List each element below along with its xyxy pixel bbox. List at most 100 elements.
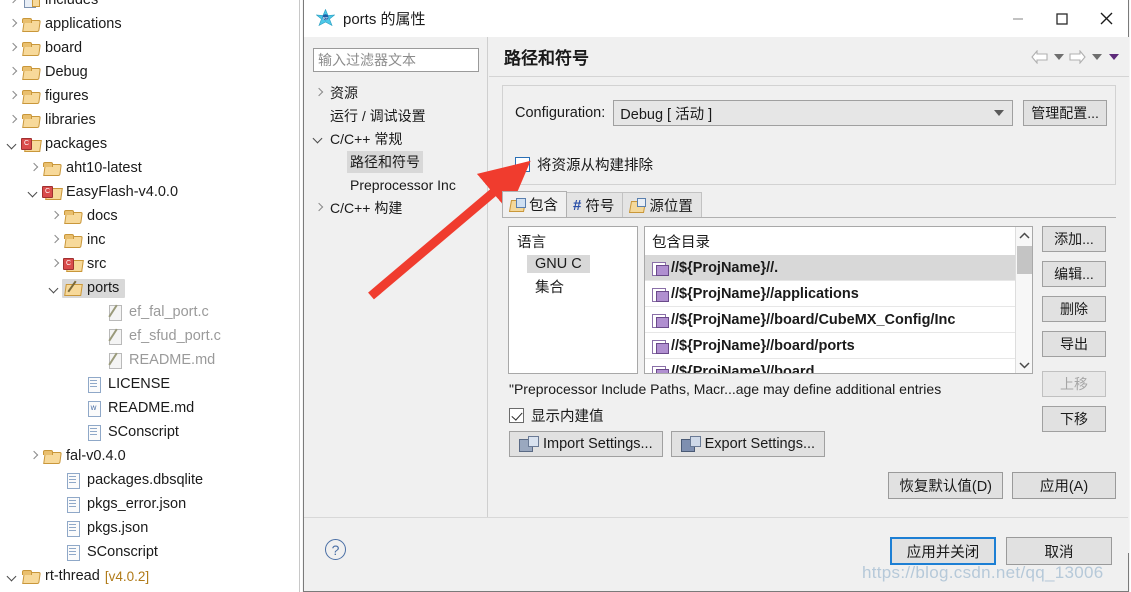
- exclude-from-build-row[interactable]: 将资源从构建排除: [515, 154, 653, 175]
- include-action-button-0[interactable]: 添加...: [1042, 226, 1106, 252]
- back-menu-chevron-down-icon[interactable]: [1051, 47, 1066, 67]
- include-action-button-5[interactable]: 下移: [1042, 406, 1106, 432]
- chevron-down-icon[interactable]: [6, 138, 19, 151]
- include-action-button-3[interactable]: 导出: [1042, 331, 1106, 357]
- nav-item-label: C/C++ 常规: [330, 130, 403, 147]
- explorer-item-ef-sfud-port-c[interactable]: ef_sfud_port.c: [0, 324, 299, 348]
- language-row[interactable]: GNU C: [509, 254, 637, 274]
- include-scroll-thumb[interactable]: [1017, 246, 1032, 274]
- explorer-item-content: ports: [62, 278, 126, 298]
- nav-item-5[interactable]: C/C++ 构建: [309, 196, 487, 219]
- explorer-item-libraries[interactable]: libraries: [0, 108, 299, 132]
- export-settings-button[interactable]: Export Settings...: [670, 431, 826, 457]
- chevron-right-icon[interactable]: [6, 42, 19, 55]
- include-directories-list[interactable]: 包含目录 //${ProjName}//. //${ProjName}//appl…: [644, 226, 1033, 374]
- include-path-row[interactable]: //${ProjName}//.: [645, 255, 1032, 281]
- explorer-item-components[interactable]: components: [0, 588, 299, 592]
- explorer-item-easyflash-v4-0-0[interactable]: EasyFlash-v4.0.0: [0, 180, 299, 204]
- include-list-vertical-scrollbar[interactable]: [1015, 227, 1032, 373]
- chevron-right-icon[interactable]: [27, 162, 40, 175]
- explorer-item-sconscript[interactable]: SConscript: [0, 540, 299, 564]
- scroll-down-arrow-icon[interactable]: [1016, 356, 1032, 373]
- back-arrow-icon[interactable]: [1030, 47, 1049, 67]
- explorer-item-debug[interactable]: Debug: [0, 60, 299, 84]
- chevron-down-icon[interactable]: [48, 282, 61, 295]
- include-action-button-1[interactable]: 编辑...: [1042, 261, 1106, 287]
- explorer-item-readme-md[interactable]: README.md: [0, 396, 299, 420]
- apply-and-close-button[interactable]: 应用并关闭: [890, 537, 996, 565]
- exclude-from-build-checkbox[interactable]: [515, 157, 530, 172]
- explorer-item-applications[interactable]: applications: [0, 12, 299, 36]
- restore-defaults-button[interactable]: 恢复默认值(D): [888, 471, 1003, 499]
- chevron-down-icon[interactable]: [6, 570, 19, 583]
- maximize-icon[interactable]: [1040, 0, 1084, 37]
- include-action-button-2[interactable]: 删除: [1042, 296, 1106, 322]
- nav-item-1[interactable]: 运行 / 调试设置: [309, 104, 487, 127]
- chevron-right-icon[interactable]: [6, 66, 19, 79]
- chevron-right-icon[interactable]: [6, 90, 19, 103]
- explorer-item-license[interactable]: LICENSE: [0, 372, 299, 396]
- chevron-down-icon[interactable]: [27, 186, 40, 199]
- chevron-right-icon[interactable]: [6, 18, 19, 31]
- chevron-right-icon[interactable]: [48, 210, 61, 223]
- scroll-up-arrow-icon[interactable]: [1016, 227, 1032, 244]
- chevron-down-icon[interactable]: [311, 132, 327, 146]
- view-menu-chevron-down-icon[interactable]: [1106, 47, 1121, 67]
- explorer-item-readme-md[interactable]: README.md: [0, 348, 299, 372]
- tab-0[interactable]: 包含: [502, 191, 567, 217]
- cancel-button[interactable]: 取消: [1006, 537, 1112, 565]
- nav-item-4[interactable]: Preprocessor Inc: [309, 173, 487, 196]
- nav-item-2[interactable]: C/C++ 常规: [309, 127, 487, 150]
- explorer-item-pkgs-error-json[interactable]: pkgs_error.json: [0, 492, 299, 516]
- explorer-item-fal-v0-4-0[interactable]: fal-v0.4.0: [0, 444, 299, 468]
- configuration-select[interactable]: Debug [ 活动 ]: [613, 100, 1014, 126]
- include-path-row[interactable]: //${ProjName}//applications: [645, 281, 1032, 307]
- forward-menu-chevron-down-icon[interactable]: [1089, 47, 1104, 67]
- explorer-item-docs[interactable]: docs: [0, 204, 299, 228]
- explorer-item-content: LICENSE: [85, 376, 170, 393]
- include-path-row[interactable]: //${ProjName}//board/ports: [645, 333, 1032, 359]
- import-settings-button[interactable]: Import Settings...: [509, 431, 663, 457]
- explorer-item-pkgs-json[interactable]: pkgs.json: [0, 516, 299, 540]
- chevron-right-icon[interactable]: [6, 114, 19, 127]
- include-path-row[interactable]: //${ProjName}//board/CubeMX_Config/Inc: [645, 307, 1032, 333]
- project-explorer-tree[interactable]: includes applications board Debug figures lib…: [0, 0, 300, 592]
- show-builtin-row[interactable]: 显示内建值: [509, 405, 604, 426]
- settings-nav-tree[interactable]: 资源 运行 / 调试设置 C/C++ 常规路径和符号 Preprocessor Inc…: [309, 81, 487, 219]
- explorer-item-aht10-latest[interactable]: aht10-latest: [0, 156, 299, 180]
- minimize-icon[interactable]: [996, 0, 1040, 37]
- show-builtin-checkbox[interactable]: [509, 408, 524, 423]
- explorer-item-packages[interactable]: packages: [0, 132, 299, 156]
- help-icon[interactable]: ?: [325, 539, 346, 560]
- manage-configurations-button[interactable]: 管理配置...: [1023, 100, 1107, 126]
- include-path-row[interactable]: //${ProjName}//board: [645, 359, 1032, 373]
- explorer-item-inc[interactable]: inc: [0, 228, 299, 252]
- apply-button[interactable]: 应用(A): [1012, 471, 1116, 499]
- languages-list[interactable]: 语言 GNU C 集合: [508, 226, 638, 374]
- explorer-item-src[interactable]: src: [0, 252, 299, 276]
- language-row[interactable]: 集合: [509, 274, 637, 299]
- nav-item-3[interactable]: 路径和符号: [309, 150, 487, 173]
- explorer-item-sconscript[interactable]: SConscript: [0, 420, 299, 444]
- explorer-item-ports[interactable]: ports: [0, 276, 299, 300]
- chevron-right-icon[interactable]: [27, 450, 40, 463]
- explorer-item-ef-fal-port-c[interactable]: ef_fal_port.c: [0, 300, 299, 324]
- forward-arrow-icon[interactable]: [1068, 47, 1087, 67]
- chevron-right-icon[interactable]: [48, 234, 61, 247]
- chevron-right-icon[interactable]: [6, 0, 19, 7]
- close-icon[interactable]: [1084, 0, 1128, 37]
- nav-item-0[interactable]: 资源: [309, 81, 487, 104]
- tab-strip[interactable]: 包含 # 符号 源位置: [502, 191, 1116, 217]
- explorer-item-board[interactable]: board: [0, 36, 299, 60]
- tab-1[interactable]: # 符号: [566, 192, 624, 217]
- explorer-item-packages-dbsqlite[interactable]: packages.dbsqlite: [0, 468, 299, 492]
- explorer-item-figures[interactable]: figures: [0, 84, 299, 108]
- chevron-right-icon[interactable]: [311, 201, 327, 215]
- tab-2[interactable]: 源位置: [622, 192, 702, 217]
- chevron-right-icon[interactable]: [48, 258, 61, 271]
- explorer-item-includes[interactable]: includes: [0, 0, 299, 12]
- chevron-right-icon[interactable]: [311, 86, 327, 100]
- explorer-item-rt-thread[interactable]: rt-thread [v4.0.2]: [0, 564, 299, 588]
- nav-item-label: 路径和符号: [347, 150, 423, 173]
- filter-input[interactable]: 输入过滤器文本: [313, 48, 479, 72]
